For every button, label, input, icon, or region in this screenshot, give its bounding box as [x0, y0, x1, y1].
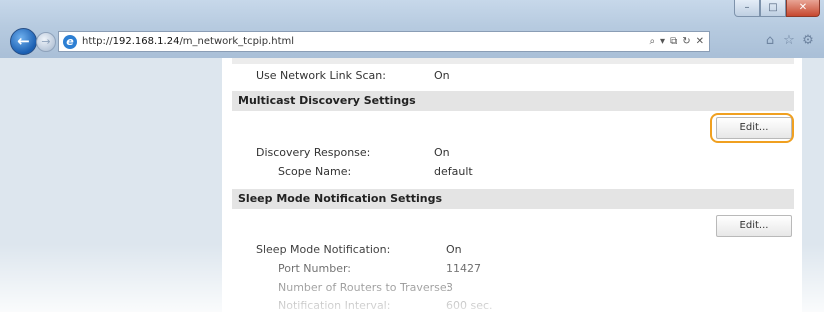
- scope-name-value: default: [434, 165, 473, 178]
- sleep-notification-label: Sleep Mode Notification:: [256, 243, 391, 256]
- address-bar[interactable]: e http://192.168.1.24/m_network_tcpip.ht…: [58, 31, 710, 52]
- sleep-notification-value: On: [446, 243, 462, 256]
- compat-icon[interactable]: ⧉: [670, 36, 677, 47]
- minimize-button[interactable]: –: [734, 0, 760, 17]
- maximize-button[interactable]: □: [760, 0, 786, 17]
- link-scan-value: On: [434, 69, 450, 82]
- forward-button[interactable]: →: [36, 32, 56, 52]
- sleep-edit-button[interactable]: Edit...: [716, 215, 792, 237]
- sleep-section-title: Sleep Mode Notification Settings: [238, 192, 443, 205]
- address-bar-icons: ⌕ ▾ ⧉ ↻ ✕: [649, 32, 709, 51]
- stop-icon[interactable]: ✕: [696, 36, 704, 47]
- url-path: /m_network_tcpip.html: [179, 36, 295, 47]
- discovery-response-value: On: [434, 146, 450, 159]
- left-margin-panel: [0, 58, 222, 312]
- notification-interval-value: 600 sec.: [446, 299, 493, 312]
- favorites-icon[interactable]: ☆: [781, 33, 797, 49]
- url-host: 192.168.1.24: [112, 36, 180, 47]
- discovery-response-label: Discovery Response:: [256, 146, 371, 159]
- routers-value: 3: [446, 281, 453, 294]
- search-icon[interactable]: ⌕: [649, 36, 655, 47]
- tools-icon[interactable]: ⚙: [800, 33, 816, 49]
- edit-button-highlight: [710, 113, 794, 143]
- navigation-bar: ← → e http://192.168.1.24/m_network_tcpi…: [0, 24, 824, 58]
- notification-interval-label: Notification Interval:: [278, 299, 391, 312]
- url-prefix: http://: [82, 36, 113, 47]
- multicast-section-title: Multicast Discovery Settings: [238, 94, 416, 107]
- url-text[interactable]: http://192.168.1.24/m_network_tcpip.html: [82, 36, 294, 47]
- close-window-button[interactable]: ✕: [786, 0, 820, 17]
- port-number-value: 11427: [446, 262, 481, 275]
- home-icon[interactable]: ⌂: [762, 33, 778, 49]
- sleep-section: Edit... Sleep Mode Notification: On Port…: [232, 209, 794, 312]
- routers-label: Number of Routers to Traverse:: [278, 281, 451, 294]
- multicast-section-header: Multicast Discovery Settings: [232, 91, 794, 111]
- refresh-icon[interactable]: ↻: [682, 36, 690, 47]
- page-content: Use Network Link Scan: On Multicast Disc…: [0, 58, 824, 312]
- port-number-label: Port Number:: [278, 262, 352, 275]
- browser-titlebar: – □ ✕ ← → e http://192.168.1.24/m_networ…: [0, 0, 824, 58]
- window-controls: – □ ✕: [734, 0, 820, 20]
- scope-name-label: Scope Name:: [278, 165, 352, 178]
- ie-page-icon: e: [63, 34, 77, 49]
- link-scan-label: Use Network Link Scan:: [256, 69, 386, 82]
- back-button[interactable]: ←: [10, 28, 37, 55]
- right-margin-panel: [802, 58, 824, 312]
- forward-arrow-icon: →: [41, 35, 51, 48]
- link-scan-section: Use Network Link Scan: On: [232, 64, 794, 90]
- dropdown-icon[interactable]: ▾: [660, 36, 665, 47]
- sleep-section-header: Sleep Mode Notification Settings: [232, 189, 794, 209]
- back-arrow-icon: ←: [17, 32, 30, 50]
